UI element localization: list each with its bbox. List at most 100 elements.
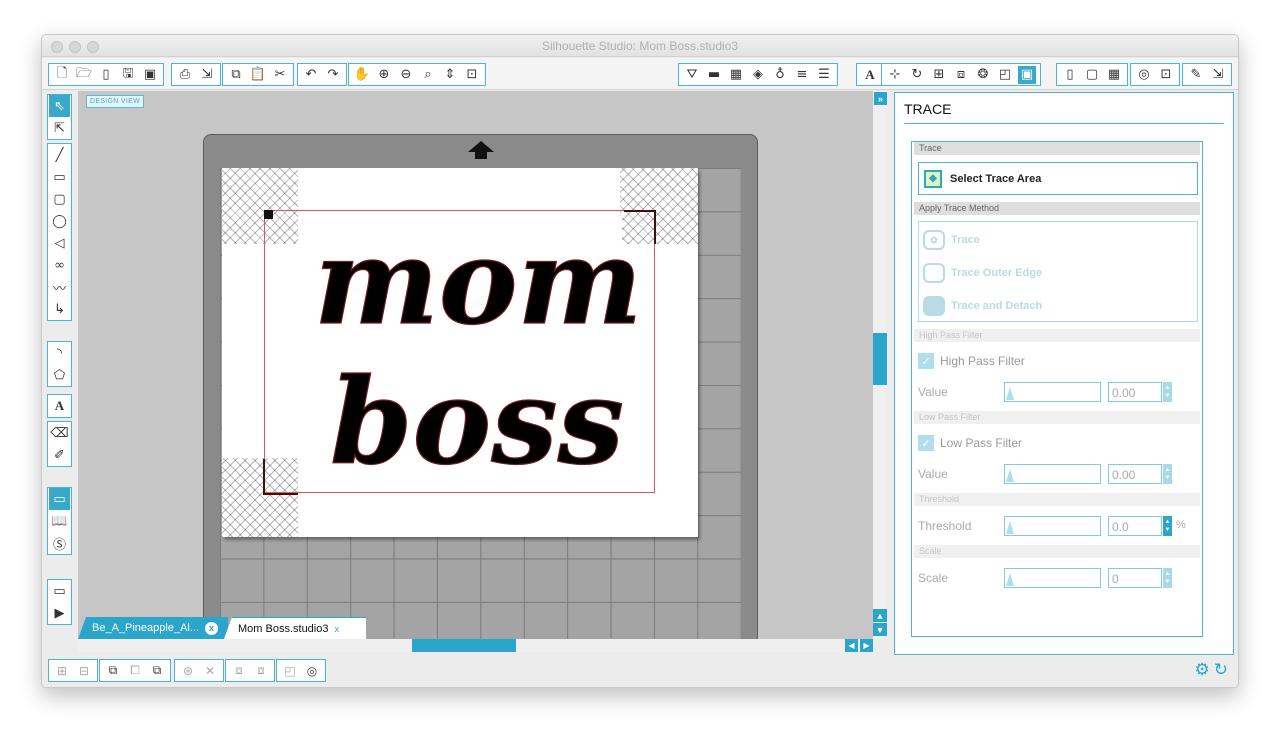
horizontal-scrollbar[interactable] [78, 639, 873, 652]
ellipse-tool-icon[interactable]: ◯ [49, 210, 70, 232]
pan-icon[interactable]: ✋ [353, 66, 371, 84]
offset-icon[interactable]: ◰ [996, 66, 1014, 84]
redo-icon[interactable]: ↷ [324, 66, 342, 84]
pattern-icon[interactable]: ▦ [727, 66, 745, 84]
drag-zoom-icon[interactable]: ⇕ [441, 66, 459, 84]
scroll-down-button[interactable]: ▼ [873, 623, 887, 636]
library-panel-icon[interactable]: ⊡ [1157, 66, 1175, 84]
scale-stepper[interactable]: ▲ ▼ [1163, 568, 1172, 588]
zoom-select-icon[interactable]: ⌕ [419, 66, 437, 84]
text-tool-icon[interactable]: A [49, 395, 70, 417]
send-to-cutter-icon[interactable]: ⇲ [1209, 66, 1227, 84]
knife-icon[interactable]: ✐ [49, 444, 70, 466]
library-view-icon[interactable]: 📖 [49, 510, 70, 532]
open-icon[interactable]: 🗁 [75, 66, 93, 84]
vertical-scroll-thumb[interactable] [873, 333, 887, 385]
zoom-out-icon[interactable]: ⊖ [397, 66, 415, 84]
polygon-tool-icon[interactable]: ◁ [49, 232, 70, 254]
trace-and-detach-button[interactable]: Trace and Detach [923, 294, 1042, 318]
scale-input[interactable]: 0 [1108, 568, 1162, 588]
make-compound-icon[interactable]: ⧉ [104, 662, 122, 680]
layers-small-icon[interactable]: ◎ [303, 662, 321, 680]
page-setup-icon[interactable]: ▯ [1061, 66, 1079, 84]
selection-handle[interactable] [264, 210, 273, 219]
freehand-tool-icon[interactable]: 〰 [49, 276, 70, 298]
bring-to-front-icon[interactable]: ⧉ [148, 662, 166, 680]
tab-close-icon[interactable]: x [334, 624, 339, 634]
low-pass-checkbox-row[interactable]: ✓ Low Pass Filter [918, 433, 1022, 453]
text-style-icon[interactable]: ☰ [815, 66, 833, 84]
trace-icon[interactable]: ▣ [1018, 65, 1036, 84]
weld-icon[interactable]: ⊛ [179, 662, 197, 680]
zoom-in-icon[interactable]: ⊕ [375, 66, 393, 84]
save-icon[interactable]: 🖫 [119, 66, 137, 84]
design-view-icon[interactable]: ▭ [49, 488, 70, 510]
text-icon[interactable]: A [861, 66, 879, 84]
line-options-icon[interactable]: ≡ [793, 66, 811, 84]
slider-knob[interactable] [1006, 573, 1014, 586]
smooth-freehand-icon[interactable]: ↳ [49, 298, 70, 320]
offset-small-icon[interactable]: ◰ [281, 662, 299, 680]
low-pass-stepper[interactable]: ▲ ▼ [1163, 464, 1172, 484]
gradient-icon[interactable]: ▬ [705, 66, 723, 84]
store-icon[interactable]: Ⓢ [49, 532, 70, 554]
paste-icon[interactable]: 📋 [249, 66, 267, 84]
layers-icon[interactable]: ◎ [1135, 66, 1153, 84]
rectangle-tool-icon[interactable]: ▭ [49, 166, 70, 188]
library-icon[interactable]: ▯ [97, 66, 115, 84]
design-canvas[interactable]: DESIGN VIEW mom boss [78, 91, 873, 639]
trace-outer-edge-button[interactable]: Trace Outer Edge [923, 261, 1042, 285]
play-icon[interactable]: ▶ [49, 602, 70, 624]
send-backward-icon[interactable]: ⧈ [230, 662, 248, 680]
scroll-right-button[interactable]: ▶ [860, 639, 873, 652]
print-icon[interactable]: ⎙ [176, 66, 194, 84]
high-pass-checkbox-row[interactable]: ✓ High Pass Filter [918, 351, 1025, 371]
slider-knob[interactable] [1006, 469, 1014, 482]
trace-selection-box[interactable] [264, 210, 655, 493]
slider-knob[interactable] [1006, 521, 1014, 534]
send-icon[interactable]: ⇲ [198, 66, 216, 84]
scroll-up-button[interactable]: ▲ [873, 609, 887, 622]
gear-icon[interactable]: ⚙ [1195, 660, 1210, 680]
line-color-icon[interactable]: ◈ [749, 66, 767, 84]
high-pass-stepper[interactable]: ▲ ▼ [1163, 382, 1172, 402]
copy-icon[interactable]: ⧉ [227, 66, 245, 84]
high-pass-value-input[interactable]: 0.00 [1108, 382, 1162, 402]
regular-polygon-icon[interactable]: ⬠ [49, 364, 70, 386]
threshold-stepper[interactable]: ▲ ▼ [1163, 516, 1172, 536]
curve-tool-icon[interactable]: ∞ [49, 254, 70, 276]
ungroup-icon[interactable]: ⊟ [75, 662, 93, 680]
low-pass-slider[interactable] [1004, 464, 1101, 484]
bring-forward-icon[interactable]: ⧈ [252, 662, 270, 680]
grid-icon[interactable]: ▦ [1105, 66, 1123, 84]
edit-points-icon[interactable]: ⇱ [49, 117, 70, 139]
new-icon[interactable]: 🗋 [53, 66, 71, 84]
sketch-icon[interactable]: ✎ [1187, 66, 1205, 84]
low-pass-value-input[interactable]: 0.00 [1108, 464, 1162, 484]
cut-settings-icon[interactable]: ▢ [1083, 66, 1101, 84]
cut-icon[interactable]: ✂ [271, 66, 289, 84]
fill-color-icon[interactable]: ⛛ [683, 66, 701, 84]
transform-icon[interactable]: ⊹ [886, 66, 904, 84]
align-icon[interactable]: ⊞ [930, 66, 948, 84]
panel-view-icon[interactable]: ▭ [49, 580, 70, 602]
high-pass-checkbox[interactable]: ✓ [918, 353, 934, 369]
scale-slider[interactable] [1004, 568, 1101, 588]
horizontal-scroll-thumb[interactable] [412, 639, 516, 652]
select-arrow-icon[interactable]: ⇖ [49, 95, 70, 117]
save-as-icon[interactable]: ▣ [141, 66, 159, 84]
scroll-left-button[interactable]: ◀ [845, 639, 858, 652]
slider-knob[interactable] [1006, 387, 1014, 400]
arc-tool-icon[interactable]: ◝ [49, 342, 70, 364]
tab-mom-boss[interactable]: Mom Boss.studio3 x [224, 617, 366, 639]
vertical-scrollbar[interactable]: ▲ ▼ [873, 91, 887, 639]
rotate-icon[interactable]: ↻ [908, 66, 926, 84]
eraser-icon[interactable]: ⌫ [49, 422, 70, 444]
release-compound-icon[interactable]: ⧠ [126, 662, 144, 680]
refresh-icon[interactable]: ↻ [1214, 660, 1228, 680]
select-trace-area-button[interactable]: ◆ Select Trace Area [918, 162, 1198, 195]
tab-be-a-pineapple[interactable]: Be_A_Pineapple_Al... x [78, 617, 228, 639]
delete-icon[interactable]: ✕ [201, 662, 219, 680]
tab-close-icon[interactable]: x [205, 621, 218, 635]
group-icon[interactable]: ⊞ [53, 662, 71, 680]
